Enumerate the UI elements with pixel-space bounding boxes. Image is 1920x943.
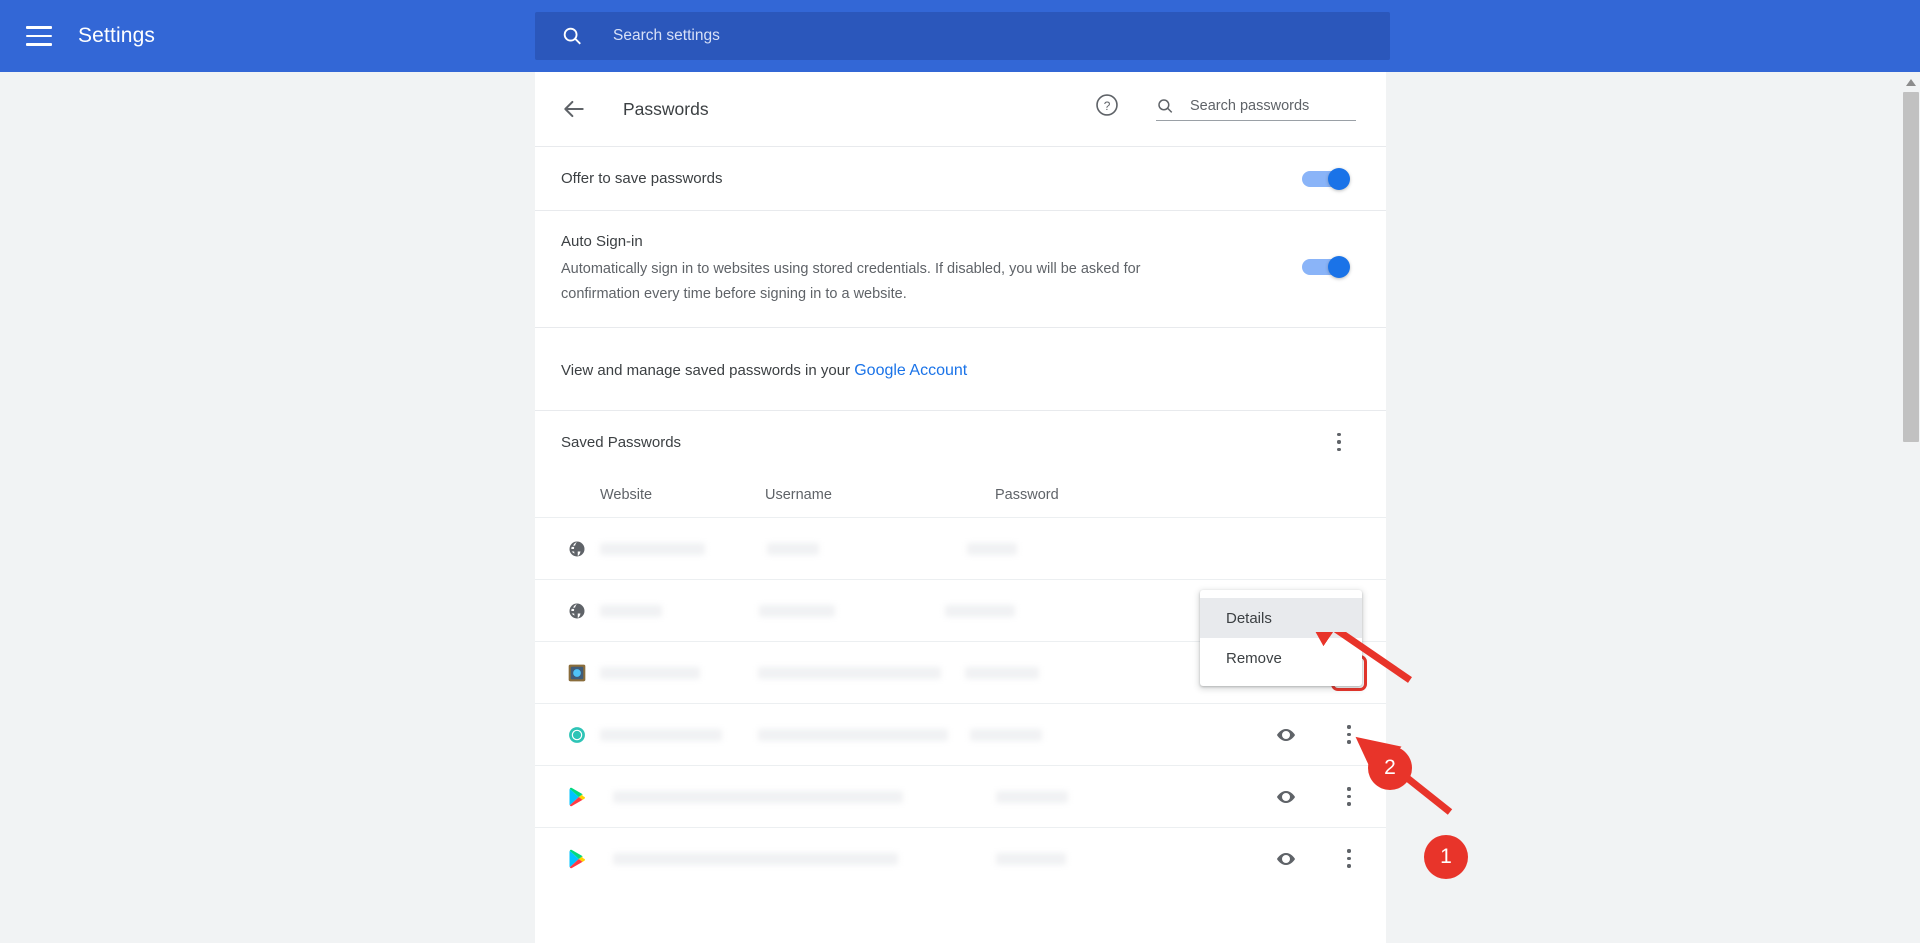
auto-signin-label: Auto Sign-in bbox=[561, 231, 1221, 253]
app-title: Settings bbox=[78, 24, 155, 48]
page-title: Passwords bbox=[623, 99, 709, 120]
cell-website bbox=[600, 667, 700, 679]
row-actions bbox=[1274, 784, 1362, 810]
setting-row-offer-to-save[interactable]: Offer to save passwords bbox=[535, 146, 1386, 210]
table-row[interactable] bbox=[535, 703, 1386, 765]
play-store-icon bbox=[563, 787, 591, 807]
show-password-eye-icon[interactable] bbox=[1274, 723, 1298, 747]
cell-website bbox=[613, 791, 903, 803]
table-row[interactable] bbox=[535, 827, 1386, 889]
passwords-settings-card: Passwords ? Offer to save bbox=[535, 72, 1386, 943]
annotation-badge-1: 1 bbox=[1424, 835, 1468, 879]
card-header-actions: ? bbox=[1094, 92, 1356, 121]
card-header: Passwords ? bbox=[535, 72, 1386, 146]
cell-website bbox=[600, 605, 662, 617]
offer-to-save-toggle[interactable] bbox=[1302, 169, 1350, 189]
back-arrow-icon[interactable] bbox=[561, 96, 587, 122]
row-kebab-menu-icon[interactable] bbox=[1336, 722, 1362, 748]
saved-passwords-overflow-kebab-menu-icon[interactable] bbox=[1326, 429, 1352, 455]
offer-to-save-label: Offer to save passwords bbox=[561, 168, 722, 190]
menu-item-details[interactable]: Details bbox=[1200, 598, 1362, 638]
svg-text:?: ? bbox=[1104, 99, 1111, 113]
cell-username bbox=[758, 729, 948, 741]
cell-password bbox=[996, 853, 1066, 865]
cell-website bbox=[600, 729, 722, 741]
toggle-knob bbox=[1328, 168, 1350, 190]
menu-item-remove[interactable]: Remove bbox=[1200, 638, 1362, 678]
passwords-table-header: Website Username Password bbox=[535, 465, 1386, 517]
play-store-icon bbox=[563, 849, 591, 869]
toggle-knob bbox=[1328, 256, 1350, 278]
show-password-eye-icon[interactable] bbox=[1274, 785, 1298, 809]
setting-text-group: Offer to save passwords bbox=[561, 168, 722, 190]
top-bar-left-group: Settings bbox=[0, 24, 535, 48]
row-kebab-menu-icon[interactable] bbox=[1336, 846, 1362, 872]
annotation-badge-2: 2 bbox=[1368, 746, 1412, 790]
cell-username bbox=[759, 605, 835, 617]
column-header-username: Username bbox=[765, 487, 995, 503]
table-row[interactable] bbox=[535, 517, 1386, 579]
cell-password bbox=[945, 605, 1015, 617]
auto-signin-description: Automatically sign in to websites using … bbox=[561, 257, 1221, 307]
teal-circle-icon bbox=[563, 725, 591, 745]
hamburger-icon[interactable] bbox=[26, 26, 52, 46]
cell-website bbox=[613, 853, 898, 865]
app-icon bbox=[563, 663, 591, 683]
table-row[interactable] bbox=[535, 765, 1386, 827]
cell-password bbox=[965, 667, 1039, 679]
scroll-up-arrow-icon[interactable] bbox=[1902, 74, 1920, 90]
saved-passwords-header: Saved Passwords bbox=[535, 410, 1386, 465]
passwords-search-field[interactable] bbox=[1156, 97, 1356, 121]
google-account-link[interactable]: Google Account bbox=[854, 362, 967, 379]
search-icon bbox=[561, 25, 583, 47]
cell-website bbox=[600, 543, 705, 555]
google-account-text: View and manage saved passwords in your bbox=[561, 362, 854, 379]
saved-passwords-title: Saved Passwords bbox=[561, 434, 681, 451]
row-context-menu: Details Remove bbox=[1200, 590, 1362, 686]
search-icon bbox=[1156, 97, 1174, 115]
show-password-eye-icon[interactable] bbox=[1274, 847, 1298, 871]
page-body: Passwords ? Offer to save bbox=[0, 72, 1920, 943]
google-account-row: View and manage saved passwords in your … bbox=[535, 327, 1386, 410]
globe-icon bbox=[563, 601, 591, 621]
scrollbar-thumb[interactable] bbox=[1903, 92, 1919, 442]
settings-search-box[interactable] bbox=[535, 12, 1390, 60]
top-app-bar: Settings bbox=[0, 0, 1920, 72]
settings-search-input[interactable] bbox=[613, 27, 1313, 45]
cell-password bbox=[967, 543, 1017, 555]
column-header-website: Website bbox=[535, 487, 765, 503]
globe-icon bbox=[563, 539, 591, 559]
cell-password bbox=[996, 791, 1068, 803]
setting-row-auto-signin[interactable]: Auto Sign-in Automatically sign in to we… bbox=[535, 210, 1386, 327]
passwords-search-input[interactable] bbox=[1190, 98, 1350, 114]
auto-signin-toggle[interactable] bbox=[1302, 257, 1350, 277]
setting-text-group: Auto Sign-in Automatically sign in to we… bbox=[561, 231, 1221, 307]
help-circle-icon[interactable]: ? bbox=[1094, 92, 1120, 118]
cell-username bbox=[767, 543, 819, 555]
cell-password bbox=[970, 729, 1042, 741]
row-kebab-menu-icon[interactable] bbox=[1336, 784, 1362, 810]
cell-username bbox=[758, 667, 941, 679]
row-actions bbox=[1274, 722, 1362, 748]
column-header-password: Password bbox=[995, 487, 1195, 503]
page-scrollbar[interactable] bbox=[1902, 72, 1920, 943]
row-actions bbox=[1274, 846, 1362, 872]
